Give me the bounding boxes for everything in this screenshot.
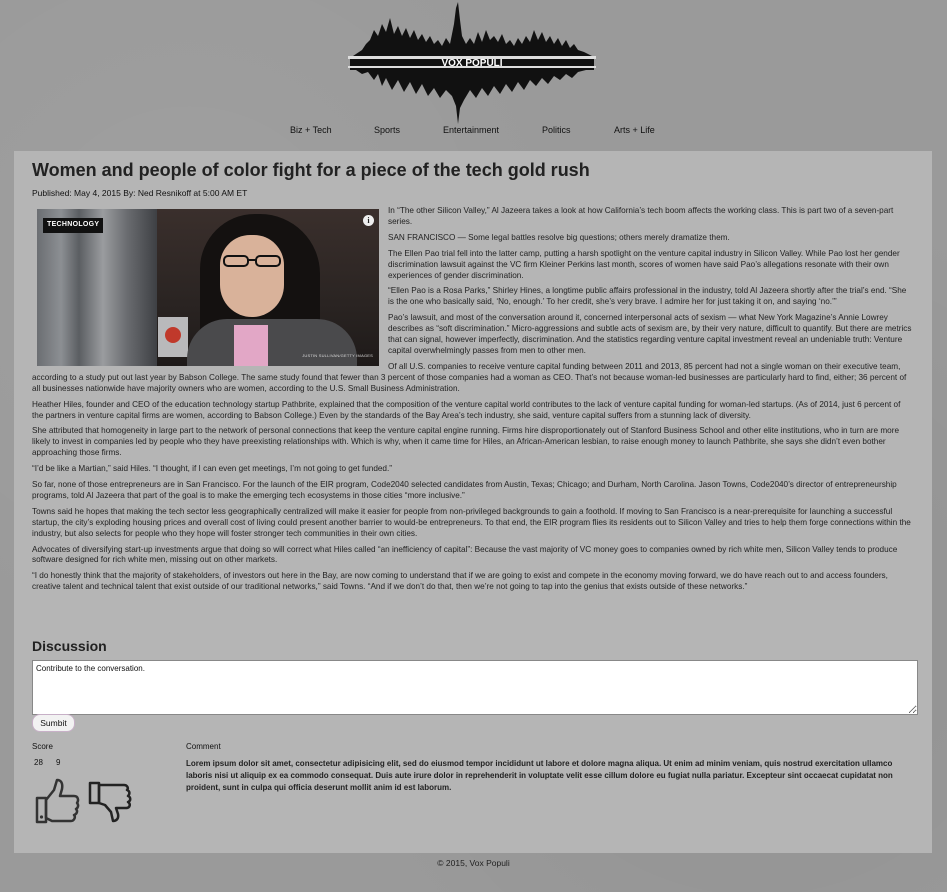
nav-item-sports[interactable]: Sports — [374, 125, 400, 135]
main-nav: Biz + Tech Sports Entertainment Politics… — [0, 125, 947, 139]
comment-body: Lorem ipsum dolor sit amet, consectetur … — [186, 759, 893, 792]
article-paragraph: Heather Hiles, founder and CEO of the ed… — [32, 399, 901, 420]
info-icon[interactable]: i — [363, 215, 374, 226]
photo-category-tag[interactable]: TECHNOLOGY — [43, 218, 104, 233]
photo-subject-glasses — [223, 255, 281, 267]
photo-subject-shirt — [234, 325, 268, 366]
article-byline: Published: May 4, 2015 By: Ned Resnikoff… — [32, 188, 248, 198]
site-footer: © 2015, Vox Populi — [437, 858, 510, 868]
site-logo[interactable]: VOX POPULI — [346, 0, 598, 126]
submit-button[interactable]: Sumbit — [32, 714, 75, 732]
article-paragraph: Advocates of diversifying start-up inves… — [32, 544, 898, 565]
article-paragraph: Of all U.S. companies to receive venture… — [32, 361, 907, 393]
thumbs-up-icon[interactable] — [34, 778, 80, 824]
nav-item-entertainment[interactable]: Entertainment — [443, 125, 499, 135]
score-header: Score — [32, 742, 53, 751]
article-paragraph: “I do honestly think that the majority o… — [32, 571, 888, 592]
article-panel: Women and people of color fight for a pi… — [14, 151, 932, 853]
upvote-count: 28 — [34, 758, 43, 767]
nav-item-politics[interactable]: Politics — [542, 125, 571, 135]
thumbs-down-icon[interactable] — [88, 781, 134, 823]
article-paragraph: So far, none of those entrepreneurs are … — [32, 480, 897, 500]
article-photo: TECHNOLOGY i JUSTIN SULLIVAN/GETTY IMAGE… — [37, 209, 379, 366]
nav-item-arts-life[interactable]: Arts + Life — [614, 125, 655, 135]
photo-credit: JUSTIN SULLIVAN/GETTY IMAGES — [302, 353, 373, 359]
downvote-count: 9 — [56, 758, 61, 767]
article-paragraph: “I’d be like a Martian,” said Hiles. “I … — [32, 464, 392, 474]
comment-header: Comment — [186, 742, 221, 751]
sound-wave-logo-icon: VOX POPULI — [348, 2, 596, 124]
article-paragraph: Towns said he hopes that making the tech… — [32, 506, 911, 538]
article-title: Women and people of color fight for a pi… — [32, 160, 590, 180]
discussion-title: Discussion — [32, 638, 107, 654]
article-paragraph: She attributed that homogeneity in large… — [32, 426, 900, 458]
nav-item-biz-tech[interactable]: Biz + Tech — [290, 125, 332, 135]
article-body: TECHNOLOGY i JUSTIN SULLIVAN/GETTY IMAGE… — [32, 206, 914, 598]
photo-subject-face — [220, 235, 284, 317]
photo-sign — [158, 317, 188, 357]
logo-text: VOX POPULI — [441, 58, 502, 69]
comment-input[interactable]: Contribute to the conversation. — [32, 660, 918, 715]
